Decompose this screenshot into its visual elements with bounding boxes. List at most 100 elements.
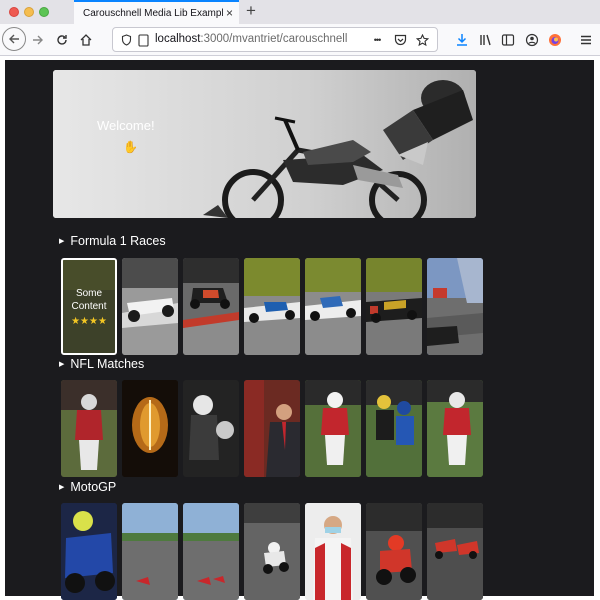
url-host: localhost xyxy=(155,33,201,45)
sidebar-button[interactable] xyxy=(498,30,518,50)
hand-icon: ✋ xyxy=(123,140,138,154)
motogp-rider-image xyxy=(244,503,300,600)
media-card[interactable] xyxy=(244,258,300,355)
media-card[interactable] xyxy=(244,380,300,477)
caret-right-icon: ▶ xyxy=(59,484,65,491)
motogp-bike-image xyxy=(366,503,422,600)
pocket-icon[interactable] xyxy=(392,32,408,48)
more-actions-icon[interactable]: ••• xyxy=(369,32,385,48)
nfl-coach-image xyxy=(244,380,300,477)
menu-button[interactable] xyxy=(576,30,596,50)
arrow-left-icon xyxy=(9,34,19,44)
media-card[interactable] xyxy=(427,380,483,477)
row-title-label: MotoGP xyxy=(70,480,117,494)
hero-banner[interactable]: Welcome! ✋ xyxy=(53,70,476,218)
caret-right-icon: ▶ xyxy=(59,238,65,245)
motogp-bike-image xyxy=(61,503,117,600)
nfl-player-image xyxy=(427,380,483,477)
new-tab-button[interactable]: + xyxy=(246,2,256,20)
library-icon xyxy=(480,34,491,46)
hamburger-menu-icon xyxy=(581,35,591,45)
f1-car-image xyxy=(427,258,483,355)
media-card[interactable] xyxy=(427,503,483,600)
motogp-track-image xyxy=(122,503,178,600)
download-icon xyxy=(457,34,467,46)
media-card[interactable] xyxy=(183,503,239,600)
page-viewport: Welcome! ✋ ▶ Formula 1 Races Some Conten… xyxy=(0,57,600,600)
motogp-bike-image xyxy=(427,503,483,600)
row-title-motogp[interactable]: ▶ MotoGP xyxy=(59,480,116,494)
bookmark-star-icon[interactable] xyxy=(414,32,430,48)
media-card[interactable] xyxy=(244,503,300,600)
f1-car-image xyxy=(122,258,178,355)
nfl-players-image xyxy=(366,380,422,477)
account-button[interactable] xyxy=(522,30,542,50)
carousel-formula-1: Some Content ★★★★ xyxy=(61,258,486,355)
media-card[interactable] xyxy=(122,380,178,477)
tab-title: Carouschnell Media Lib Example xyxy=(83,7,223,19)
firefox-icon xyxy=(549,34,561,46)
url-text[interactable]: localhost:3000/mvantriet/carouschnell xyxy=(155,33,347,45)
tab-active[interactable]: Carouschnell Media Lib Example × xyxy=(74,0,239,24)
shield-icon[interactable] xyxy=(118,32,134,48)
row-title-formula-1[interactable]: ▶ Formula 1 Races xyxy=(59,234,166,248)
media-card[interactable] xyxy=(366,258,422,355)
page-info-icon[interactable] xyxy=(135,32,151,48)
downloads-button[interactable] xyxy=(452,30,472,50)
arrow-right-icon xyxy=(33,35,43,45)
row-title-nfl[interactable]: ▶ NFL Matches xyxy=(59,357,144,371)
f1-car-image xyxy=(366,258,422,355)
motogp-track-image xyxy=(183,503,239,600)
rating-stars: ★★★★ xyxy=(71,315,107,327)
url-path: :3000/mvantriet/carouschnell xyxy=(200,33,348,45)
tab-close-icon[interactable]: × xyxy=(226,6,233,20)
hero-title: Welcome! xyxy=(97,118,155,133)
reload-icon xyxy=(57,35,67,45)
f1-car-image xyxy=(305,258,361,355)
media-card[interactable] xyxy=(427,258,483,355)
row-title-label: NFL Matches xyxy=(70,357,145,371)
home-button[interactable] xyxy=(76,30,96,50)
media-card[interactable] xyxy=(122,258,178,355)
firefox-extension-button[interactable] xyxy=(545,30,565,50)
media-card[interactable] xyxy=(61,380,117,477)
media-card-focused[interactable]: Some Content ★★★★ xyxy=(61,258,117,355)
media-card[interactable] xyxy=(305,503,361,600)
carousel-motogp xyxy=(61,503,486,600)
media-card[interactable] xyxy=(61,503,117,600)
motogp-rider-portrait-image xyxy=(305,503,361,600)
url-bar[interactable]: localhost:3000/mvantriet/carouschnell ••… xyxy=(112,27,438,52)
f1-car-image xyxy=(183,258,239,355)
f1-car-image xyxy=(244,258,300,355)
library-button[interactable] xyxy=(476,30,496,50)
media-card[interactable] xyxy=(366,380,422,477)
account-icon xyxy=(525,33,539,47)
forward-button[interactable] xyxy=(28,30,48,50)
media-card[interactable] xyxy=(305,258,361,355)
card-overlay: Some Content ★★★★ xyxy=(63,260,115,353)
nfl-player-image xyxy=(305,380,361,477)
minimize-window-button[interactable] xyxy=(24,7,34,17)
navigation-bar: localhost:3000/mvantriet/carouschnell ••… xyxy=(0,24,600,56)
close-window-button[interactable] xyxy=(9,7,19,17)
nfl-player-image xyxy=(183,380,239,477)
card-overlay-text: Some Content xyxy=(71,287,107,312)
media-card[interactable] xyxy=(366,503,422,600)
reload-button[interactable] xyxy=(52,30,72,50)
nfl-player-image xyxy=(61,380,117,477)
carousel-nfl xyxy=(61,380,486,477)
caret-right-icon: ▶ xyxy=(59,361,65,368)
motocross-jump-image xyxy=(53,70,476,218)
football-trophy-image xyxy=(122,380,178,477)
home-icon xyxy=(80,34,92,46)
media-card[interactable] xyxy=(122,503,178,600)
media-card[interactable] xyxy=(183,258,239,355)
media-card[interactable] xyxy=(305,380,361,477)
media-library-app: Welcome! ✋ ▶ Formula 1 Races Some Conten… xyxy=(5,60,594,600)
sidebar-icon xyxy=(501,34,515,46)
maximize-window-button[interactable] xyxy=(39,7,49,17)
media-card[interactable] xyxy=(183,380,239,477)
back-button[interactable] xyxy=(2,27,26,51)
tab-bar: Carouschnell Media Lib Example × + xyxy=(0,0,600,24)
row-title-label: Formula 1 Races xyxy=(70,234,166,248)
